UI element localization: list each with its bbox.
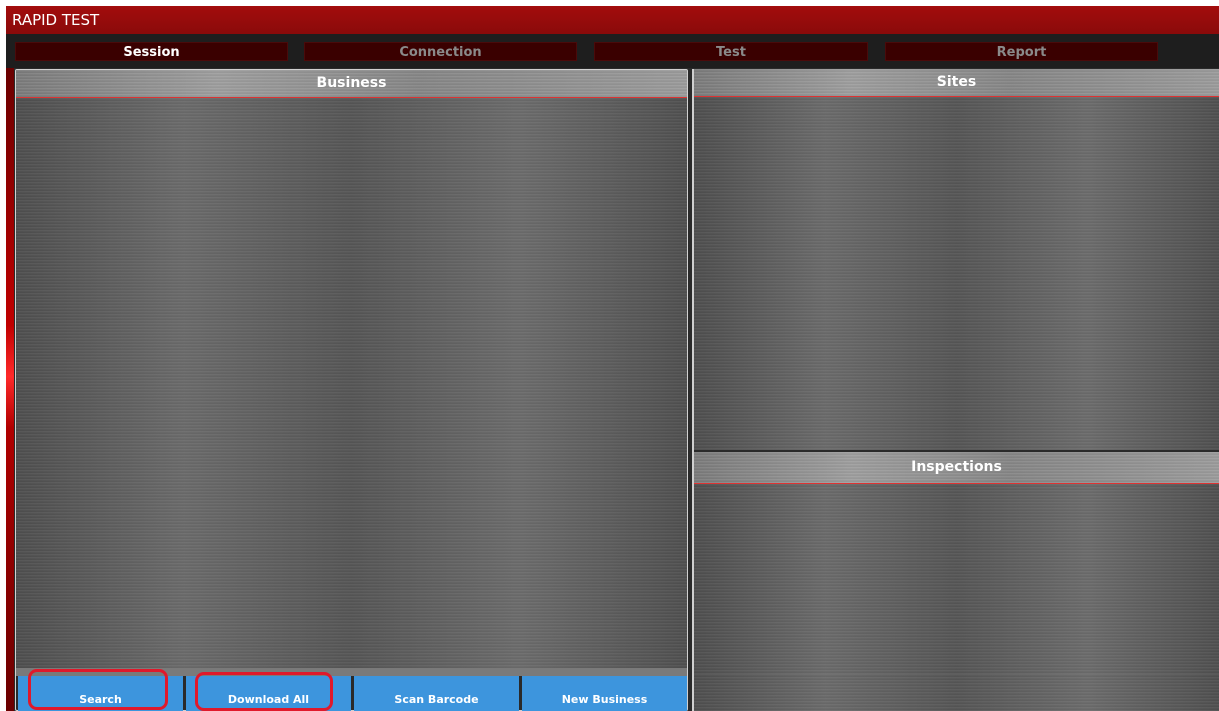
app-window: RAPID TEST Session Connection Test Repor… — [6, 6, 1219, 711]
business-action-bar: Search Download All Scan Barcode New Bus… — [16, 676, 687, 711]
inspections-header: Inspections — [694, 452, 1219, 484]
new-business-button[interactable]: New Business — [522, 676, 687, 711]
tab-test[interactable]: Test — [594, 42, 868, 61]
business-panel: Business Search Download All Scan Barcod… — [15, 69, 688, 711]
app-title: RAPID TEST — [12, 11, 100, 29]
main-nav: Session Connection Test Report — [6, 34, 1219, 68]
tab-report[interactable]: Report — [885, 42, 1158, 61]
inspections-list[interactable] — [694, 484, 1219, 674]
business-header: Business — [16, 70, 687, 98]
right-footer — [694, 674, 1219, 711]
tab-connection[interactable]: Connection — [304, 42, 577, 61]
left-accent-bar — [6, 68, 14, 711]
sites-list[interactable] — [694, 97, 1219, 450]
scan-barcode-button[interactable]: Scan Barcode — [354, 676, 519, 711]
right-panel: Sites Inspections — [692, 69, 1219, 711]
sites-header: Sites — [694, 69, 1219, 97]
business-footer-divider — [16, 668, 687, 676]
search-button[interactable]: Search — [18, 676, 183, 711]
download-all-button[interactable]: Download All — [186, 676, 351, 711]
tab-session[interactable]: Session — [15, 42, 288, 61]
app-title-bar: RAPID TEST — [6, 6, 1219, 34]
business-list[interactable] — [16, 98, 687, 668]
